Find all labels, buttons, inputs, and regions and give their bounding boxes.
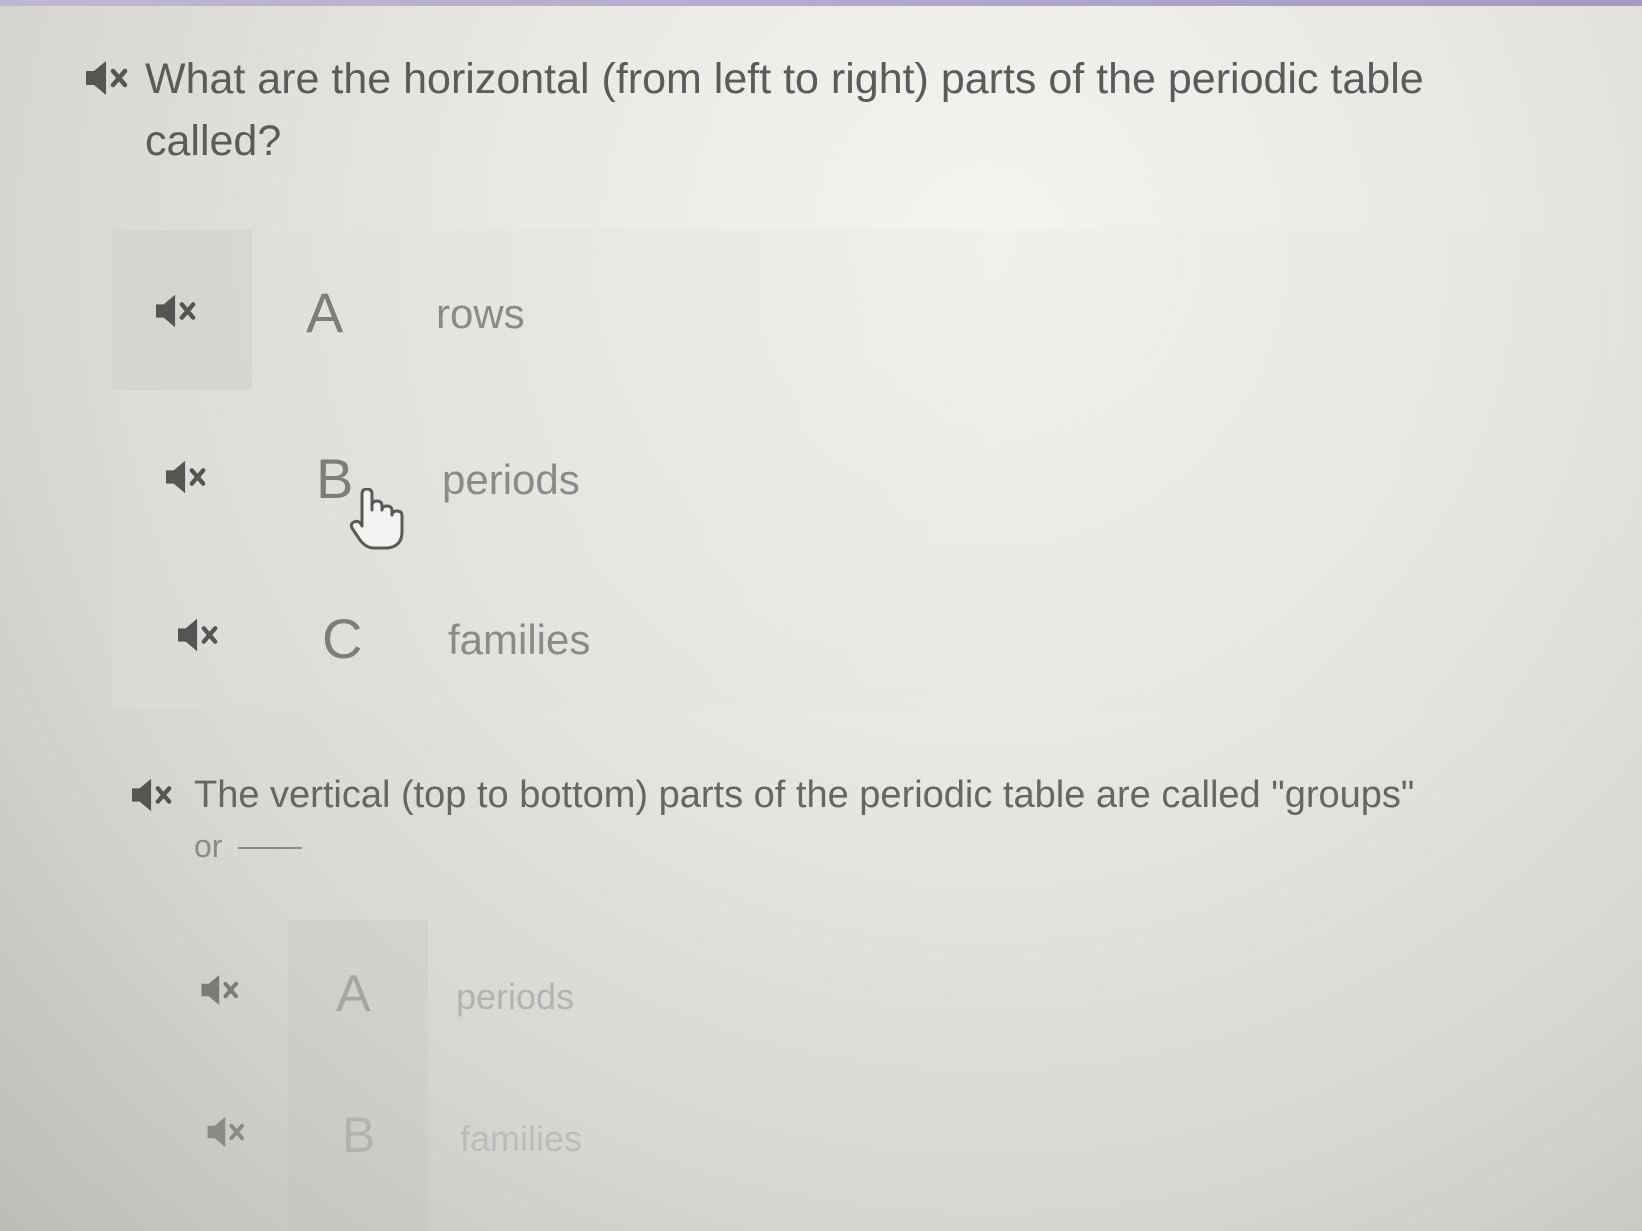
option-c-audio-icon[interactable] bbox=[174, 614, 224, 656]
option-b-audio-icon[interactable] bbox=[162, 456, 212, 498]
option-a-letter: A bbox=[306, 281, 344, 344]
q2-option-a-audio-icon[interactable] bbox=[198, 970, 244, 1010]
question-2-prompt-line-1: The vertical (top to bottom) parts of th… bbox=[194, 774, 1415, 816]
question-1-prompt-line-1: What are the horizontal (from left to ri… bbox=[145, 55, 1424, 103]
top-accent-bar bbox=[0, 0, 1642, 6]
q2-option-a-text: periods bbox=[456, 976, 575, 1017]
q2-option-b-letter: B bbox=[342, 1107, 376, 1163]
question-2-prompt: The vertical (top to bottom) parts of th… bbox=[194, 768, 1414, 869]
q2-option-b-text: families bbox=[460, 1118, 583, 1159]
hand-pointer-icon bbox=[348, 487, 408, 552]
q2-option-a-letter: A bbox=[336, 965, 371, 1023]
option-c-letter: C bbox=[322, 607, 363, 670]
option-a-audio-icon[interactable] bbox=[152, 290, 202, 332]
question-2-prompt-line-2: or bbox=[194, 823, 1414, 869]
question-2-or-text: or bbox=[194, 828, 223, 865]
option-b-text: periods bbox=[442, 456, 580, 503]
question-1-prompt-line-2: called? bbox=[145, 117, 282, 166]
question-1-audio-icon[interactable] bbox=[82, 56, 134, 100]
question-2-audio-icon[interactable] bbox=[128, 774, 178, 816]
question-1-prompt: What are the horizontal (from left to ri… bbox=[145, 48, 1424, 173]
option-a-text: rows bbox=[436, 290, 525, 337]
q2-option-b-audio-icon[interactable] bbox=[204, 1112, 250, 1152]
answer-blank bbox=[238, 847, 303, 850]
option-c-text: families bbox=[448, 616, 591, 663]
